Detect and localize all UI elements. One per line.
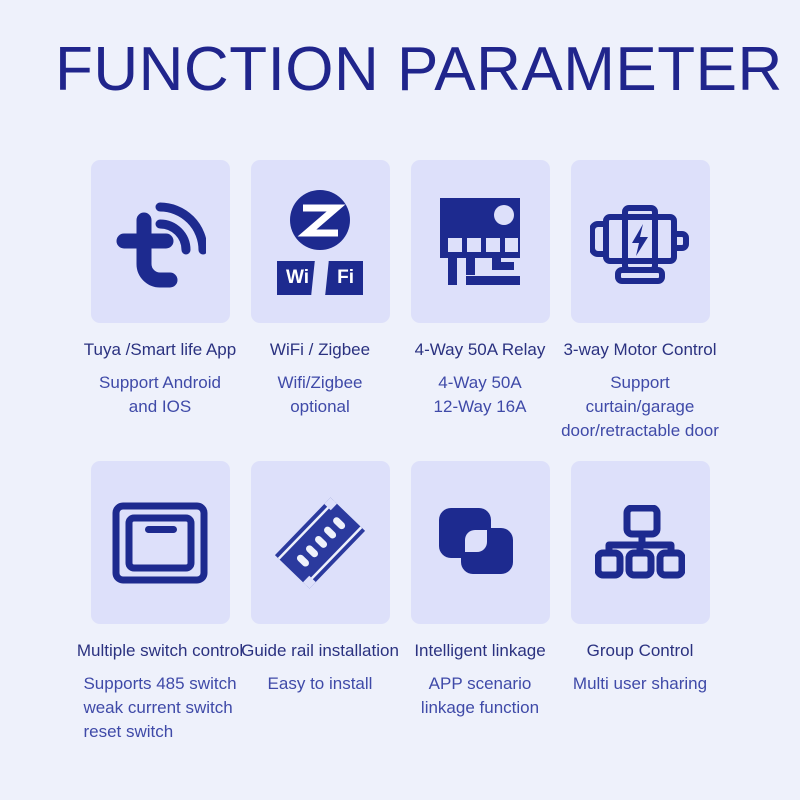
feature-body: Wifi/Zigbee optional bbox=[277, 373, 363, 416]
linkage-squares-icon bbox=[437, 500, 523, 586]
feature-icon-card bbox=[90, 160, 230, 323]
wifi-badge-divider bbox=[310, 260, 330, 295]
feature-row-2: Multiple switch control Supports 485 swi… bbox=[0, 461, 800, 744]
feature-heading: Guide rail installation bbox=[241, 641, 399, 660]
feature-icon-card bbox=[90, 461, 230, 624]
feature-body: 4-Way 50A 12-Way 16A bbox=[433, 373, 527, 416]
feature-heading: 3-way Motor Control bbox=[563, 340, 717, 359]
feature-cell-tuya: Tuya /Smart life App Support Android and… bbox=[80, 160, 240, 419]
zigbee-logo-icon bbox=[289, 189, 351, 251]
electric-motor-icon bbox=[590, 200, 690, 284]
din-rail-icon bbox=[270, 493, 370, 593]
feature-body: Support curtain/garage door/retractable … bbox=[561, 373, 719, 440]
wifi-badge-left: Wi bbox=[286, 267, 310, 288]
feature-row-1: Tuya /Smart life App Support Android and… bbox=[0, 160, 800, 443]
feature-heading: Tuya /Smart life App bbox=[83, 340, 237, 359]
feature-icon-card bbox=[410, 160, 550, 323]
feature-heading: Group Control bbox=[586, 641, 694, 660]
zigbee-wifi-icon: Wi Fi bbox=[277, 189, 363, 295]
feature-cell-din-rail: Guide rail installation Easy to install bbox=[240, 461, 400, 696]
feature-body: Support Android and IOS bbox=[99, 373, 221, 416]
feature-cell-linkage: Intelligent linkage APP scenario linkage… bbox=[400, 461, 560, 720]
feature-grid: Tuya /Smart life App Support Android and… bbox=[0, 160, 800, 744]
wall-switch-icon bbox=[112, 502, 208, 584]
feature-cell-group-control: Group Control Multi user sharing bbox=[560, 461, 720, 696]
feature-body: APP scenario linkage function bbox=[420, 674, 540, 717]
feature-heading: Multiple switch control bbox=[76, 641, 244, 660]
feature-body: Multi user sharing bbox=[572, 674, 708, 693]
relay-board-icon bbox=[434, 197, 526, 286]
feature-icon-card bbox=[570, 461, 710, 624]
wifi-badge-right: Fi bbox=[337, 267, 354, 288]
feature-heading: WiFi / Zigbee bbox=[269, 340, 371, 359]
feature-icon-card: Wi Fi bbox=[250, 160, 390, 323]
feature-icon-card bbox=[250, 461, 390, 624]
page-title: FUNCTION PARAMETER bbox=[55, 35, 783, 104]
tuya-logo-icon bbox=[114, 194, 206, 290]
hierarchy-group-icon bbox=[595, 504, 685, 581]
feature-icon-card bbox=[570, 160, 710, 323]
feature-heading: Intelligent linkage bbox=[414, 641, 546, 660]
feature-icon-card bbox=[410, 461, 550, 624]
wifi-badge: Wi Fi bbox=[277, 260, 363, 295]
feature-body: Supports 485 switch weak current switch … bbox=[83, 674, 237, 741]
feature-cell-relay: 4-Way 50A Relay 4-Way 50A 12-Way 16A bbox=[400, 160, 560, 419]
feature-cell-switch: Multiple switch control Supports 485 swi… bbox=[76, 461, 244, 744]
feature-heading: 4-Way 50A Relay bbox=[414, 340, 546, 359]
feature-body: Easy to install bbox=[267, 674, 373, 693]
feature-cell-wifi-zigbee: Wi Fi WiFi / Zigbee Wifi/Zigbee optional bbox=[240, 160, 400, 419]
feature-cell-motor: 3-way Motor Control Support curtain/gara… bbox=[560, 160, 720, 443]
